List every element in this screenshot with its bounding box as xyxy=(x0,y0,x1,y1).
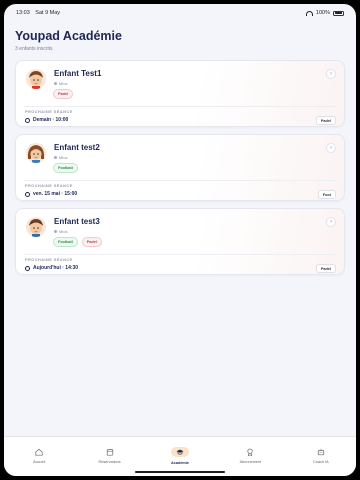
chevron-right-icon[interactable]: › xyxy=(326,69,336,79)
next-session-label: PROCHAINE SÉANCE xyxy=(25,110,73,114)
divider xyxy=(24,180,336,181)
child-name: Enfant test2 xyxy=(54,143,100,152)
home-icon xyxy=(35,447,44,456)
sport-tags: Padel xyxy=(53,89,74,99)
tab-label: Accueil xyxy=(33,460,46,464)
status-bar: 13:03 Sat 9 May 100% xyxy=(4,4,356,22)
divider xyxy=(24,106,336,107)
calendar-icon xyxy=(105,447,114,456)
battery-percent: 100% xyxy=(315,10,330,16)
tab-label: Reservations xyxy=(98,460,121,464)
robot-icon xyxy=(316,447,325,456)
status-date: Sat 9 May xyxy=(35,10,61,16)
chevron-right-icon[interactable]: › xyxy=(326,143,336,153)
tab-label: Académie xyxy=(171,461,189,465)
next-session-time: Demain · 10:00 xyxy=(25,117,68,123)
wifi-icon xyxy=(305,10,313,16)
tag-padel: Padel xyxy=(81,237,102,247)
page-subtitle: 3 enfants inscrits xyxy=(15,46,53,52)
child-card[interactable]: Enfant Test1 Mlos Padel › PROCHAINE SÉAN… xyxy=(15,60,345,127)
next-session-label: PROCHAINE SÉANCE xyxy=(25,258,73,262)
home-indicator[interactable] xyxy=(135,471,225,473)
sport-tags: Football Padel xyxy=(53,237,102,247)
badge-icon xyxy=(246,447,255,456)
person-icon xyxy=(54,156,57,160)
avatar xyxy=(26,217,46,237)
child-gender: Mlos xyxy=(54,155,67,160)
clock-icon xyxy=(25,265,30,271)
tab-label: Coach IA xyxy=(313,460,329,464)
app-screen: 13:03 Sat 9 May 100% Youpad Académie 3 e… xyxy=(4,4,356,476)
next-session-label: PROCHAINE SÉANCE xyxy=(25,184,73,188)
child-card[interactable]: Enfant test3 Mlos Football Padel › PROCH… xyxy=(15,208,345,275)
tag-football: Football xyxy=(53,163,78,173)
battery-icon xyxy=(333,10,344,16)
sport-tags: Football xyxy=(53,163,78,173)
next-session-time: ven. 15 mai · 15:00 xyxy=(25,191,77,197)
tab-bar: Accueil Reservations Académie Abonnement xyxy=(4,436,356,476)
tag-football: Football xyxy=(53,237,78,247)
child-name: Enfant test3 xyxy=(54,217,100,226)
clock-icon xyxy=(25,117,30,123)
avatar xyxy=(26,69,46,89)
next-session-time: Aujourd'hui · 14:30 xyxy=(25,265,78,271)
child-gender: Mlos xyxy=(54,229,67,234)
chevron-right-icon[interactable]: › xyxy=(326,217,336,227)
next-session-sport: Padel xyxy=(315,264,336,273)
page-title: Youpad Académie xyxy=(15,29,122,43)
person-icon xyxy=(54,230,57,234)
tab-abonnement[interactable]: Abonnement xyxy=(215,437,285,476)
next-session-sport: Padel xyxy=(315,116,336,125)
tab-coach-ia[interactable]: Coach IA xyxy=(286,437,356,476)
device-frame: 13:03 Sat 9 May 100% Youpad Académie 3 e… xyxy=(0,0,360,480)
next-session-sport: Foot xyxy=(317,190,336,199)
avatar xyxy=(26,143,46,163)
child-gender: Mlos xyxy=(54,81,67,86)
divider xyxy=(24,254,336,255)
status-time: 13:03 xyxy=(16,10,30,16)
clock-icon xyxy=(25,191,30,197)
graduation-cap-icon xyxy=(171,447,190,457)
tab-accueil[interactable]: Accueil xyxy=(4,437,74,476)
child-name: Enfant Test1 xyxy=(54,69,102,78)
child-card[interactable]: Enfant test2 Mlos Football › PROCHAINE S… xyxy=(15,134,345,201)
tag-padel: Padel xyxy=(53,89,74,99)
tab-label: Abonnement xyxy=(239,460,262,464)
person-icon xyxy=(54,82,57,86)
tab-reservations[interactable]: Reservations xyxy=(74,437,144,476)
